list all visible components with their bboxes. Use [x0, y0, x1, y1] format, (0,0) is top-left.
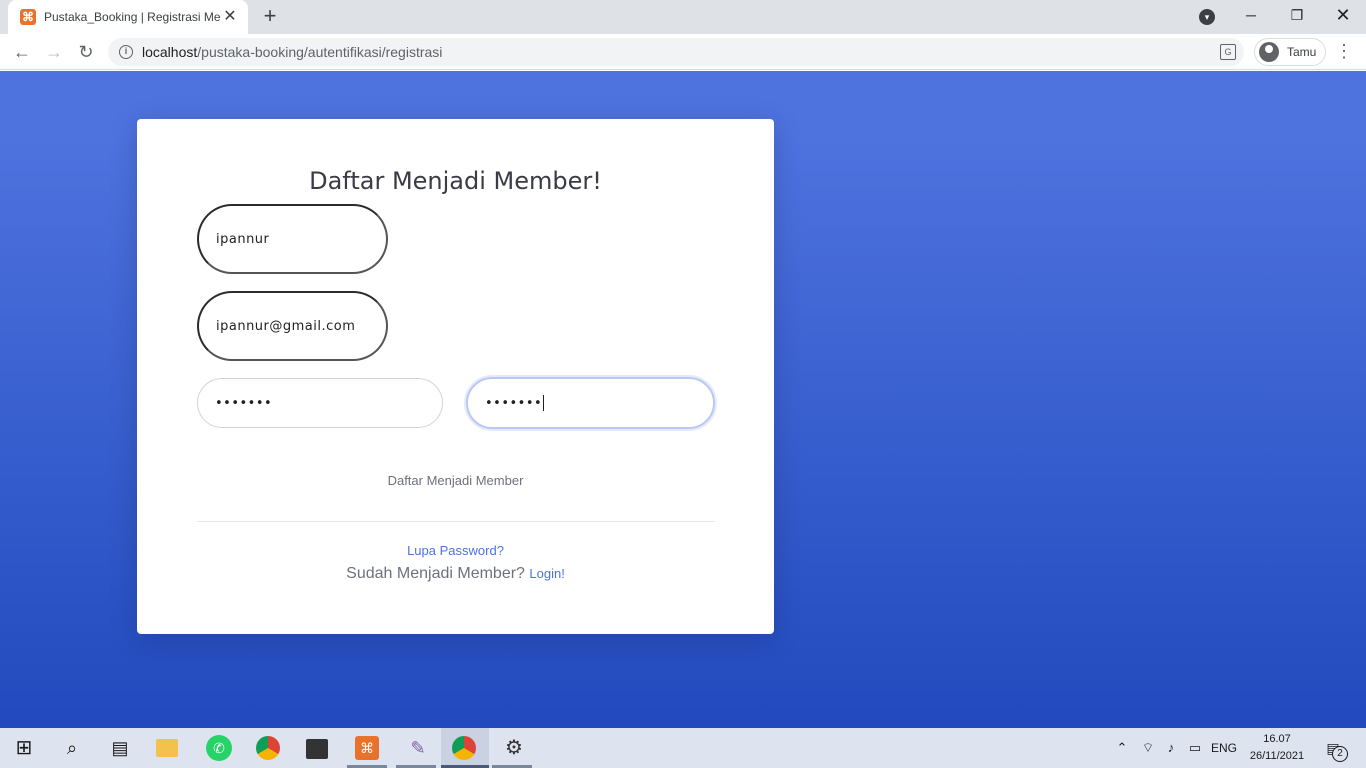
file-explorer-icon[interactable]	[156, 739, 178, 757]
url-path: /pustaka-booking/autentifikasi/registras…	[197, 44, 443, 60]
divider	[197, 521, 715, 522]
repeat-password-field[interactable]: •••••••	[466, 377, 715, 429]
email-field[interactable]: ipannur@gmail.com	[197, 291, 388, 361]
settings-icon[interactable]: ⚙	[500, 734, 528, 762]
browser-toolbar: ← → ↻ i localhost/pustaka-booking/autent…	[0, 34, 1366, 70]
page-title: Daftar Menjadi Member!	[309, 167, 602, 195]
reload-button[interactable]: ↻	[74, 40, 98, 64]
forgot-password-link[interactable]: Lupa Password?	[137, 543, 774, 558]
forward-button[interactable]: →	[42, 40, 66, 64]
close-tab-icon[interactable]: ✕	[222, 9, 238, 25]
already-member-text: Sudah Menjadi Member? Login!	[137, 565, 774, 583]
whatsapp-icon[interactable]: ✆	[206, 735, 232, 761]
text-caret	[543, 395, 545, 411]
clock-date: 26/11/2021	[1249, 750, 1305, 762]
minimize-button[interactable]: ─	[1228, 0, 1274, 30]
task-view-icon[interactable]: ▤	[106, 734, 134, 762]
start-icon[interactable]: ⊞	[10, 734, 38, 762]
name-field[interactable]: ipannur	[197, 204, 388, 274]
clock[interactable]: 16.07 26/11/2021	[1244, 731, 1310, 765]
repeat-password-field-value: •••••••	[485, 395, 543, 411]
email-field-value: ipannur@gmail.com	[216, 318, 356, 334]
taskbar: ⊞ ⌕ ▤ ✆ ⌘ ✎ ⚙ ⌃ ⌔ ♪ ▭ ENG 16.07 26/11/20…	[0, 728, 1366, 768]
login-link[interactable]: Login!	[529, 566, 564, 581]
translate-icon[interactable]: G	[1220, 44, 1236, 60]
store-icon[interactable]	[306, 739, 328, 759]
search-icon[interactable]: ⌕	[58, 734, 86, 762]
registration-card: Daftar Menjadi Member! ipannur ipannur@g…	[137, 119, 774, 634]
battery-icon[interactable]: ▭	[1186, 728, 1204, 768]
close-window-button[interactable]: ✕	[1320, 0, 1366, 30]
password-field[interactable]: •••••••	[197, 378, 443, 428]
restore-button[interactable]: ❐	[1274, 0, 1320, 30]
clock-time: 16.07	[1263, 733, 1291, 745]
volume-icon[interactable]: ♪	[1162, 728, 1180, 768]
new-tab-button[interactable]: +	[258, 5, 282, 29]
already-member-label: Sudah Menjadi Member?	[346, 565, 525, 582]
tab-search-icon[interactable]: ▾	[1199, 9, 1215, 25]
xampp-icon[interactable]: ⌘	[355, 736, 379, 760]
tab-strip: ⌘ Pustaka_Booking | Registrasi Member ✕ …	[0, 0, 1366, 34]
tab-title: Pustaka_Booking | Registrasi Member	[44, 10, 220, 24]
site-info-icon[interactable]: i	[119, 45, 133, 59]
xampp-icon: ⌘	[20, 9, 36, 25]
language-indicator[interactable]: ENG	[1210, 728, 1238, 768]
address-bar[interactable]: i localhost/pustaka-booking/autentifikas…	[108, 38, 1244, 66]
back-button[interactable]: ←	[10, 40, 34, 64]
chrome-icon[interactable]	[452, 736, 476, 760]
page-background: Daftar Menjadi Member! ipannur ipannur@g…	[0, 71, 1366, 728]
chrome-icon[interactable]	[256, 736, 280, 760]
notification-badge: 2	[1332, 746, 1348, 762]
paint-icon[interactable]: ✎	[404, 734, 432, 762]
name-field-value: ipannur	[216, 231, 270, 247]
avatar-icon	[1259, 42, 1279, 62]
url-host: localhost	[142, 44, 198, 60]
browser-tab[interactable]: ⌘ Pustaka_Booking | Registrasi Member ✕	[8, 0, 248, 34]
profile-button[interactable]: Tamu	[1254, 38, 1326, 66]
profile-name: Tamu	[1287, 45, 1317, 59]
chevron-up-icon[interactable]: ⌃	[1114, 728, 1130, 768]
browser-menu-icon[interactable]: ⋮	[1334, 40, 1354, 64]
network-icon[interactable]: ⌔	[1139, 728, 1157, 768]
url-text: localhost/pustaka-booking/autentifikasi/…	[142, 44, 442, 60]
register-button[interactable]: Daftar Menjadi Member	[137, 473, 774, 488]
password-field-value: •••••••	[215, 395, 273, 411]
